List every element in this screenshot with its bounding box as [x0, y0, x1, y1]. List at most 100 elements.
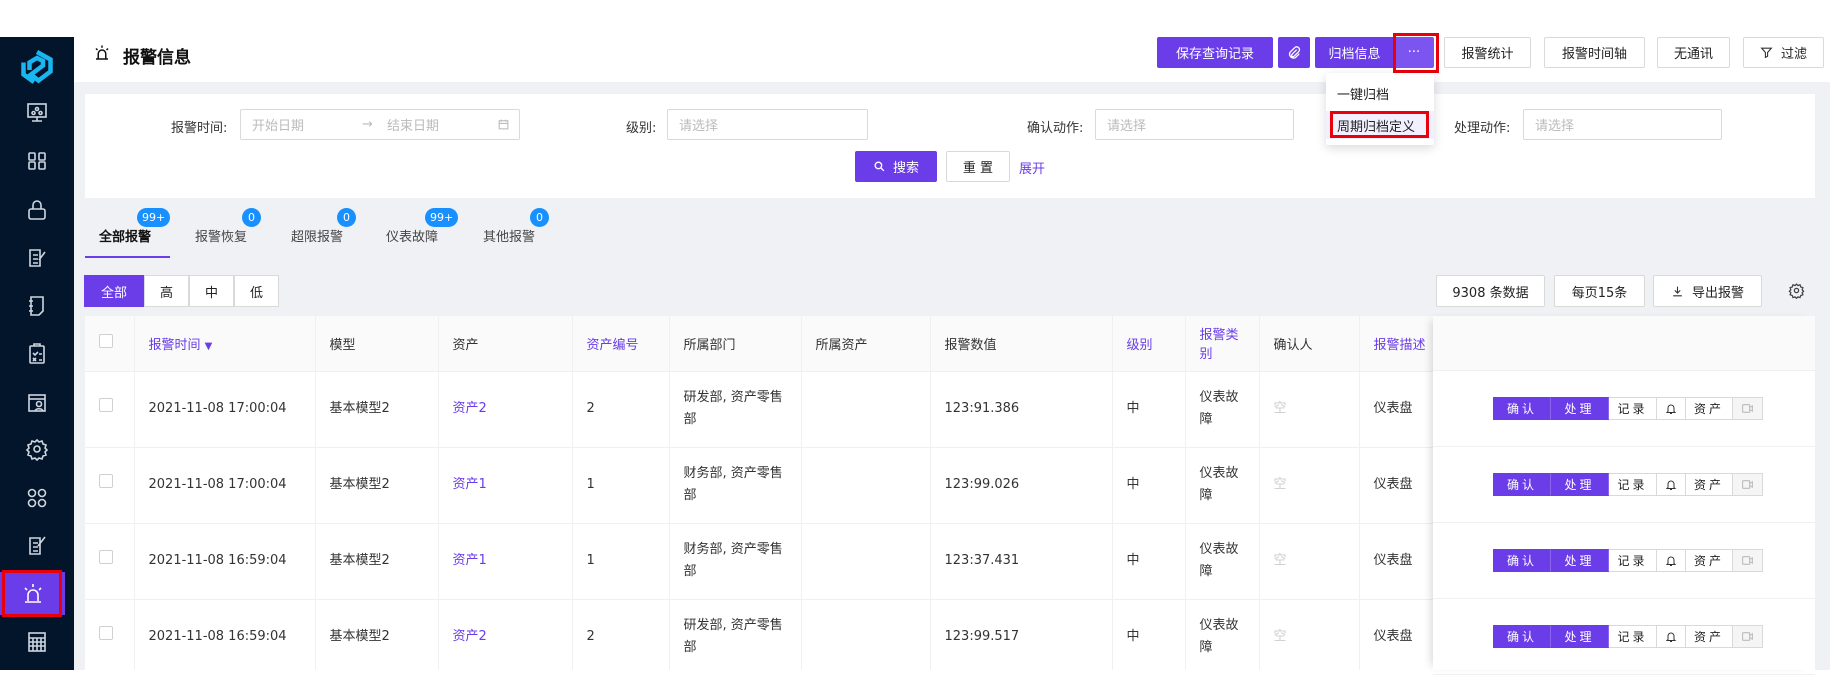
menu-item-periodic-archive[interactable]: 周期归档定义 — [1326, 111, 1434, 139]
level-low[interactable]: 低 — [234, 275, 279, 307]
handle-action-select[interactable]: 请选择 — [1523, 109, 1722, 140]
row-select[interactable] — [85, 599, 135, 670]
bell-button[interactable] — [1657, 473, 1686, 496]
level-select[interactable]: 请选择 — [667, 109, 868, 140]
export-label: 导出报警 — [1691, 285, 1744, 301]
record-button[interactable]: 记录 — [1609, 549, 1657, 572]
more-button[interactable]: ··· — [1394, 37, 1434, 68]
tab-recovery[interactable]: 报警恢复 — [195, 226, 247, 245]
reset-button[interactable]: 重 置 — [946, 151, 1010, 182]
tab-badge: 0 — [242, 208, 261, 227]
col-alarm-type[interactable]: 报警类别 — [1185, 316, 1260, 372]
confirm-button[interactable]: 确认 — [1493, 625, 1551, 648]
bell-button[interactable] — [1657, 625, 1686, 648]
col-alarm-desc[interactable]: 报警描述 — [1359, 316, 1433, 372]
video-button[interactable] — [1733, 549, 1763, 572]
asset-button[interactable]: 资产 — [1686, 473, 1733, 496]
checkbox[interactable] — [99, 626, 113, 640]
col-level[interactable]: 级别 — [1112, 316, 1186, 372]
row-select[interactable] — [85, 371, 135, 448]
tab-all[interactable]: 全部报警 — [99, 226, 151, 245]
sidebar-item-settings[interactable] — [0, 427, 74, 471]
checkbox[interactable] — [99, 474, 113, 488]
video-button[interactable] — [1733, 397, 1763, 420]
sidebar-item-grid[interactable] — [0, 139, 74, 183]
cell-parent-asset — [801, 447, 931, 524]
sidebar-item-lock[interactable] — [0, 188, 74, 232]
cell-alarm-time: 2021-11-08 17:00:04 — [134, 371, 316, 448]
cell-level: 中 — [1112, 599, 1186, 670]
row-select[interactable] — [85, 523, 135, 600]
sidebar-item-edit-note[interactable] — [0, 523, 74, 567]
select-all[interactable] — [85, 316, 135, 372]
col-alarm-time[interactable]: 报警时间 ▼ — [134, 316, 316, 372]
cell-level: 中 — [1112, 371, 1186, 448]
record-button[interactable]: 记录 — [1609, 397, 1657, 420]
sidebar-item-calculator[interactable] — [0, 620, 74, 664]
sidebar-item-apps[interactable] — [0, 476, 74, 520]
cell-asset[interactable]: 资产2 — [438, 599, 573, 670]
handle-button[interactable]: 处理 — [1551, 473, 1609, 496]
col-asset-no[interactable]: 资产编号 — [572, 316, 670, 372]
sidebar-item-window-user[interactable] — [0, 381, 74, 425]
handle-button[interactable]: 处理 — [1551, 397, 1609, 420]
confirm-action-select[interactable]: 请选择 — [1095, 109, 1294, 140]
handle-button[interactable]: 处理 — [1551, 625, 1609, 648]
video-button[interactable] — [1733, 473, 1763, 496]
start-date[interactable]: 开始日期 — [252, 115, 362, 134]
end-date[interactable]: 结束日期 — [387, 115, 497, 134]
handle-button[interactable]: 处理 — [1551, 549, 1609, 572]
sidebar-item-edit[interactable] — [0, 236, 74, 280]
confirm-button[interactable]: 确认 — [1493, 473, 1551, 496]
asset-button[interactable]: 资产 — [1686, 625, 1733, 648]
level-all[interactable]: 全部 — [84, 275, 144, 307]
bell-button[interactable] — [1657, 549, 1686, 572]
alarm-stats-button[interactable]: 报警统计 — [1444, 37, 1531, 68]
cell-asset[interactable]: 资产1 — [438, 447, 573, 524]
tab-over-limit[interactable]: 超限报警 — [291, 226, 343, 245]
confirm-button[interactable]: 确认 — [1493, 397, 1551, 420]
attach-button[interactable] — [1278, 37, 1310, 68]
row-select[interactable] — [85, 447, 135, 524]
save-query-button[interactable]: 保存查询记录 — [1157, 37, 1273, 68]
search-button[interactable]: 搜索 — [855, 151, 937, 182]
no-comm-button[interactable]: 无通讯 — [1657, 37, 1730, 68]
video-button[interactable] — [1733, 625, 1763, 648]
level-high[interactable]: 高 — [144, 275, 189, 307]
asset-button[interactable]: 资产 — [1686, 397, 1733, 420]
cell-model: 基本模型2 — [315, 523, 439, 600]
cell-asset[interactable]: 资产1 — [438, 523, 573, 600]
checkbox[interactable] — [99, 550, 113, 564]
bell-button[interactable] — [1657, 397, 1686, 420]
menu-item-one-click-archive[interactable]: 一键归档 — [1326, 79, 1434, 107]
record-button[interactable]: 记录 — [1609, 473, 1657, 496]
level-medium[interactable]: 中 — [189, 275, 234, 307]
tab-other[interactable]: 其他报警 — [483, 226, 535, 245]
confirm-action-label: 确认动作: — [1027, 121, 1084, 136]
tab-meter-fault[interactable]: 仪表故障 — [386, 226, 438, 245]
settings-button[interactable] — [1788, 282, 1805, 303]
sidebar-item-notebook[interactable] — [0, 284, 74, 328]
expand-link[interactable]: 展开 — [1019, 158, 1045, 177]
filter-button[interactable]: 过滤 — [1743, 37, 1824, 68]
checkbox[interactable] — [99, 334, 113, 349]
date-range-input[interactable]: 开始日期 → 结束日期 — [240, 109, 520, 140]
record-button[interactable]: 记录 — [1609, 625, 1657, 648]
checkbox[interactable] — [99, 398, 113, 412]
page-size-button[interactable]: 每页15条 — [1554, 275, 1645, 307]
col-confirmer: 确认人 — [1259, 316, 1360, 372]
export-button[interactable]: 导出报警 — [1653, 275, 1762, 307]
alarm-timeline-button[interactable]: 报警时间轴 — [1544, 37, 1645, 68]
sidebar-item-alarm[interactable] — [0, 572, 65, 615]
cell-asset-no: 1 — [572, 523, 670, 600]
video-icon — [1742, 480, 1753, 489]
filter-label: 过滤 — [1780, 47, 1807, 62]
archive-info-button[interactable]: 归档信息 — [1315, 37, 1394, 68]
asset-button[interactable]: 资产 — [1686, 549, 1733, 572]
cell-alarm-type: 仪表故障 — [1185, 599, 1260, 670]
sidebar-item-monitor[interactable] — [0, 91, 74, 135]
confirm-button[interactable]: 确认 — [1493, 549, 1551, 572]
cell-alarm-desc: 仪表盘 — [1359, 599, 1433, 670]
cell-asset[interactable]: 资产2 — [438, 371, 573, 448]
sidebar-item-checklist[interactable] — [0, 332, 74, 376]
